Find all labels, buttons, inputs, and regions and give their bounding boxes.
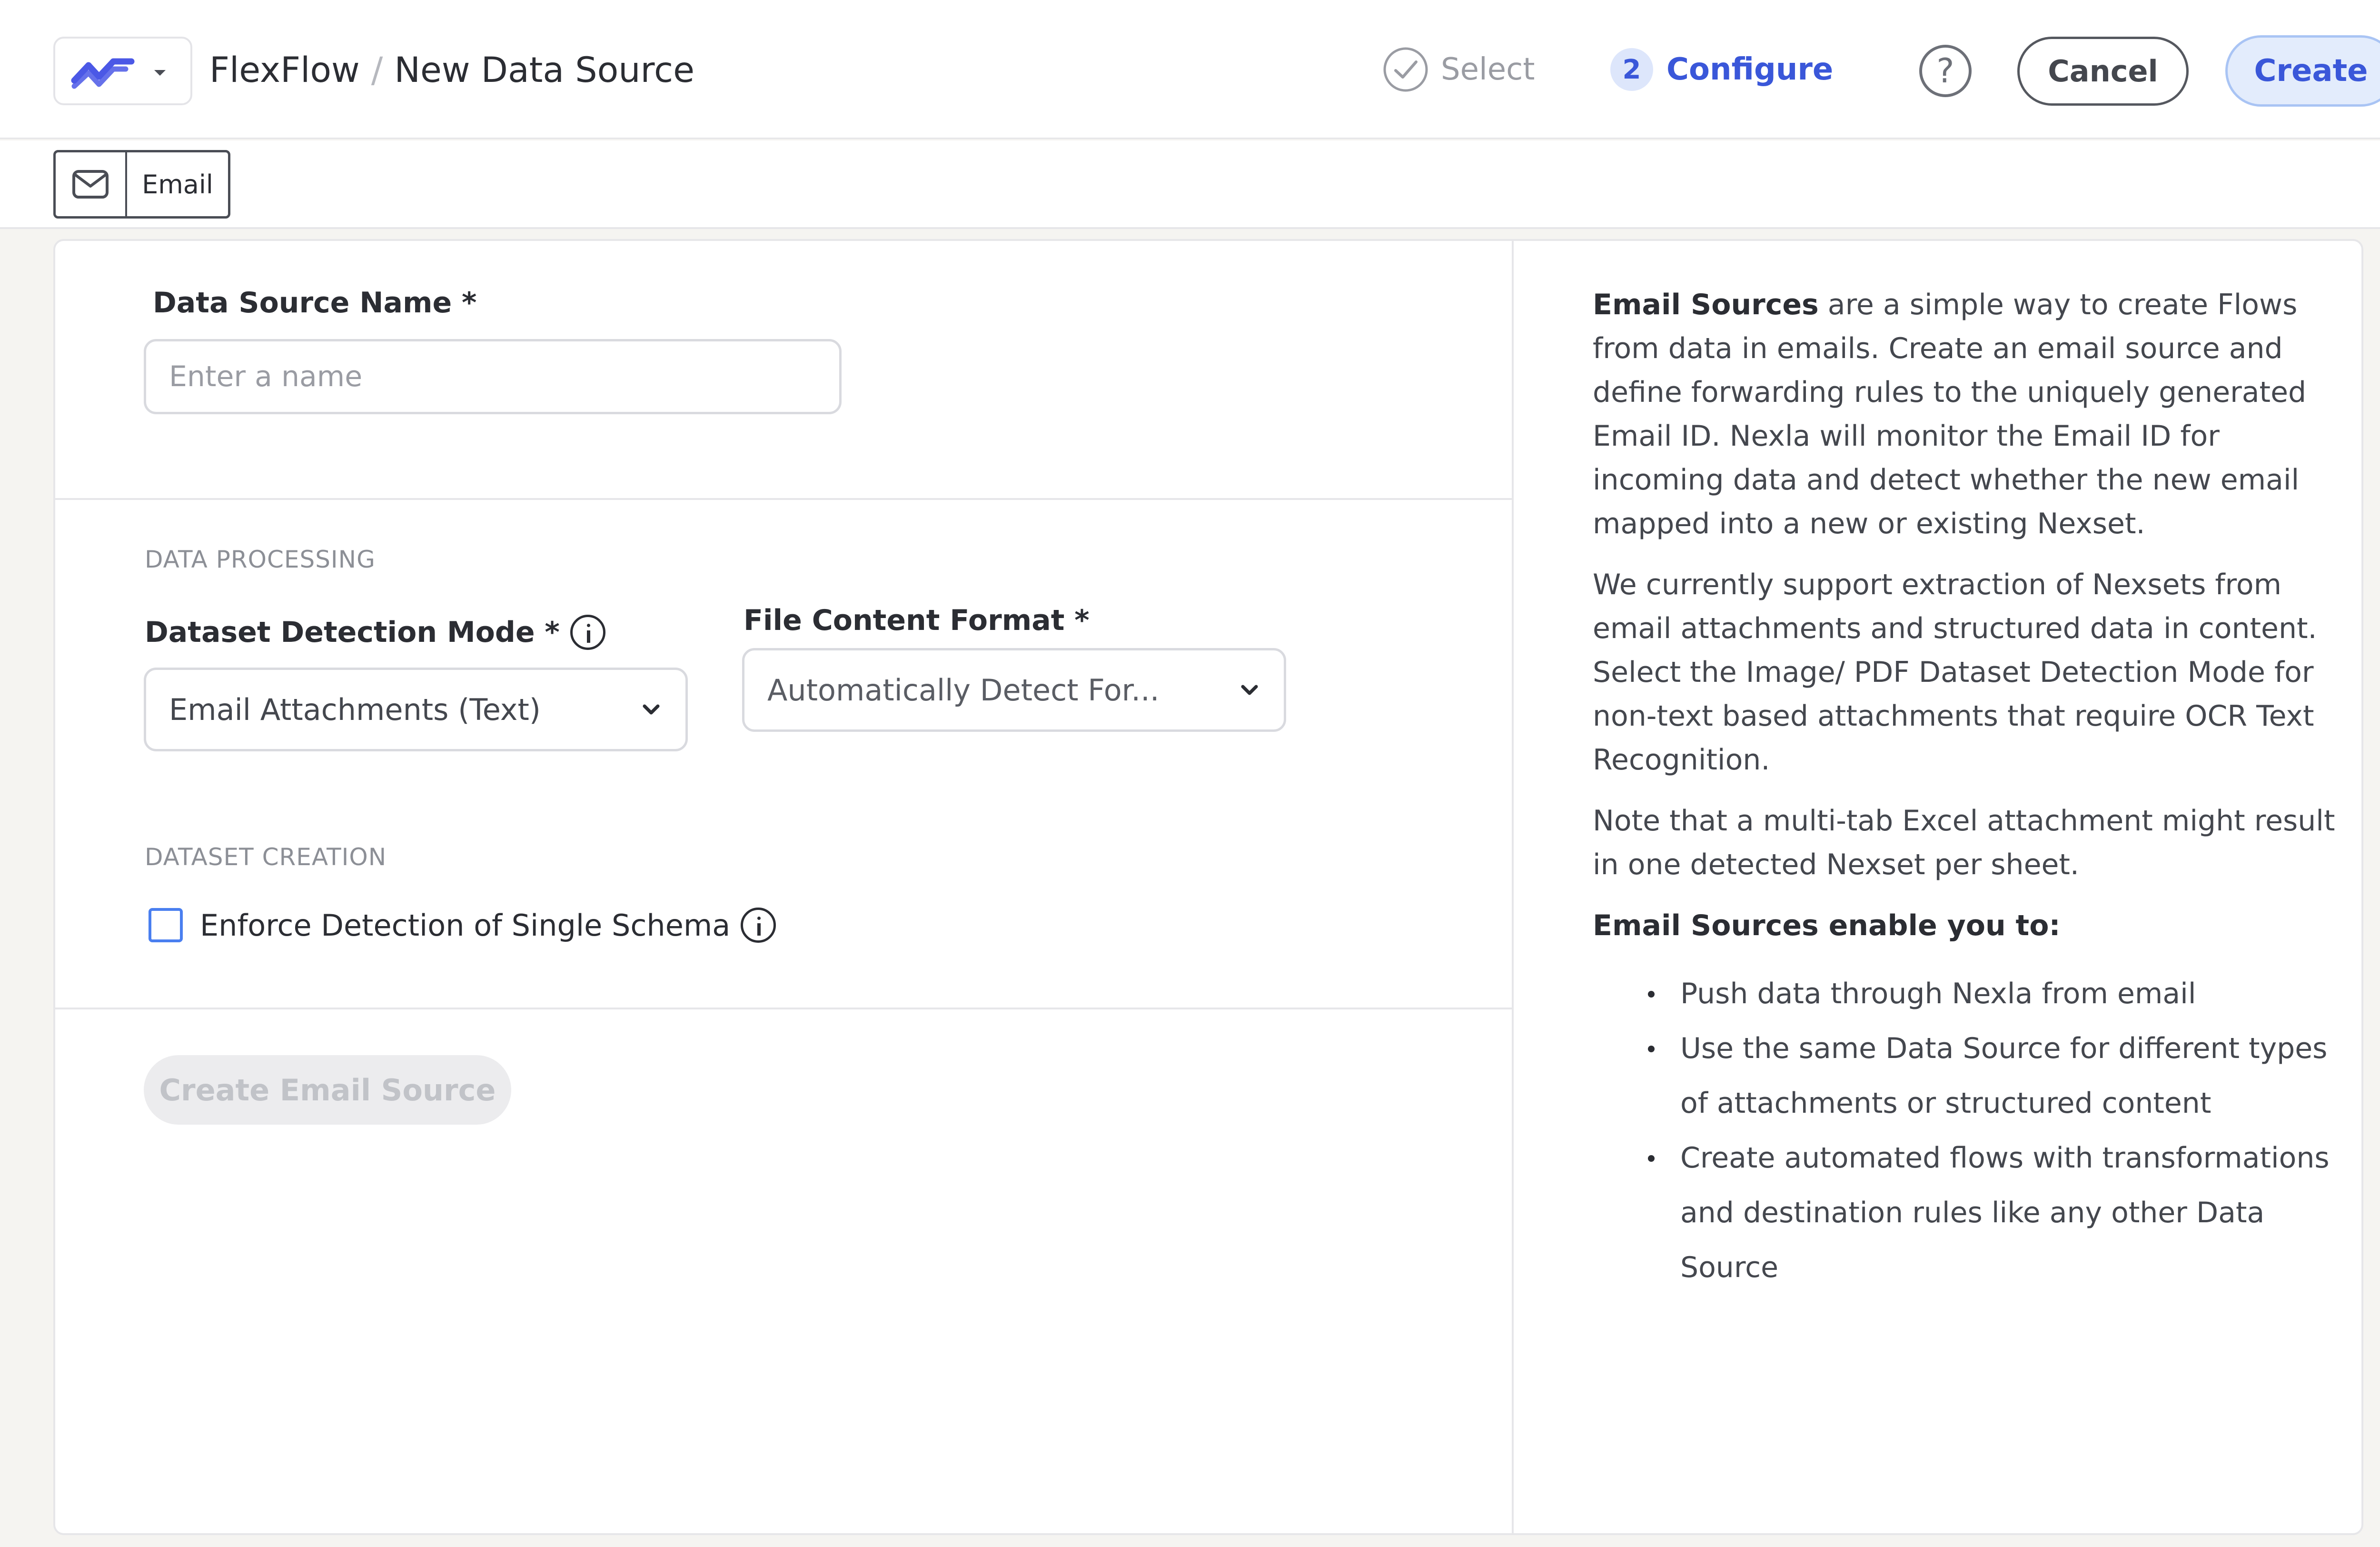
help-bullet-list: Push data through Nexla from email Use t… xyxy=(1593,967,2335,1295)
breadcrumb-separator: / xyxy=(371,50,383,90)
panel-divider xyxy=(1512,241,1514,1533)
step-configure-label: Configure xyxy=(1666,52,1834,87)
checkmark-circle-icon xyxy=(1383,47,1428,92)
cancel-button[interactable]: Cancel xyxy=(2017,37,2189,106)
enforce-schema-checkbox[interactable] xyxy=(149,908,183,942)
mail-icon xyxy=(56,152,127,216)
app-switcher[interactable] xyxy=(53,37,192,105)
help-subheading: Email Sources enable you to: xyxy=(1593,909,2061,942)
breadcrumb: FlexFlow / New Data Source xyxy=(209,47,694,94)
info-icon[interactable] xyxy=(741,908,776,943)
section-divider xyxy=(55,1008,1512,1009)
file-format-select[interactable]: Automatically Detect For... xyxy=(742,648,1286,732)
step-select[interactable]: Select xyxy=(1383,46,1535,93)
detection-mode-value: Email Attachments (Text) xyxy=(169,692,541,727)
top-bar: FlexFlow / New Data Source Select 2 Config… xyxy=(0,0,2380,139)
help-button[interactable]: ? xyxy=(1919,45,1972,97)
source-type-chip[interactable]: Email xyxy=(53,150,230,219)
file-format-label: File Content Format * xyxy=(744,604,1090,637)
configuration-card: Data Source Name * DATA PROCESSING Datas… xyxy=(53,239,2363,1535)
list-item: Create automated flows with transformati… xyxy=(1593,1131,2335,1295)
chevron-down-icon xyxy=(1241,685,1258,695)
dataset-creation-header: DATASET CREATION xyxy=(145,843,387,871)
step-configure[interactable]: 2 Configure xyxy=(1610,46,1833,93)
list-item: Push data through Nexla from email xyxy=(1593,967,2335,1021)
help-paragraph: We currently support extraction of Nexse… xyxy=(1593,568,2317,777)
question-icon: ? xyxy=(1936,51,1954,90)
create-button[interactable]: Create xyxy=(2225,35,2380,107)
info-icon[interactable] xyxy=(570,615,605,650)
help-paragraph: Note that a multi-tab Excel attachment m… xyxy=(1593,804,2335,881)
breadcrumb-app[interactable]: FlexFlow xyxy=(209,50,360,90)
data-source-name-input[interactable] xyxy=(144,339,842,414)
enforce-schema-row: Enforce Detection of Single Schema xyxy=(149,908,776,943)
flexflow-logo-icon xyxy=(71,58,135,89)
section-divider xyxy=(55,498,1512,500)
detection-mode-label-row: Dataset Detection Mode * xyxy=(145,615,605,650)
breadcrumb-page: New Data Source xyxy=(394,50,695,90)
file-format-value: Automatically Detect For... xyxy=(767,672,1160,708)
chevron-down-icon xyxy=(643,704,660,715)
detection-mode-select[interactable]: Email Attachments (Text) xyxy=(144,668,688,751)
help-paragraph: Email Sources are a simple way to create… xyxy=(1593,283,2335,546)
enforce-schema-label[interactable]: Enforce Detection of Single Schema xyxy=(200,908,730,943)
create-email-source-button[interactable]: Create Email Source xyxy=(144,1055,511,1125)
step-select-label: Select xyxy=(1441,52,1535,87)
detection-mode-label: Dataset Detection Mode * xyxy=(145,616,560,649)
source-type-label: Email xyxy=(142,169,213,200)
data-processing-header: DATA PROCESSING xyxy=(145,546,376,573)
source-type-bar xyxy=(0,140,2380,229)
data-source-name-label: Data Source Name * xyxy=(153,286,477,319)
help-panel: Email Sources are a simple way to create… xyxy=(1593,283,2335,1295)
step-number-badge: 2 xyxy=(1610,48,1653,91)
help-text: are a simple way to create Flows from da… xyxy=(1593,288,2307,540)
caret-down-icon xyxy=(154,70,166,76)
help-term: Email Sources xyxy=(1593,288,1819,321)
list-item: Use the same Data Source for different t… xyxy=(1593,1021,2335,1131)
